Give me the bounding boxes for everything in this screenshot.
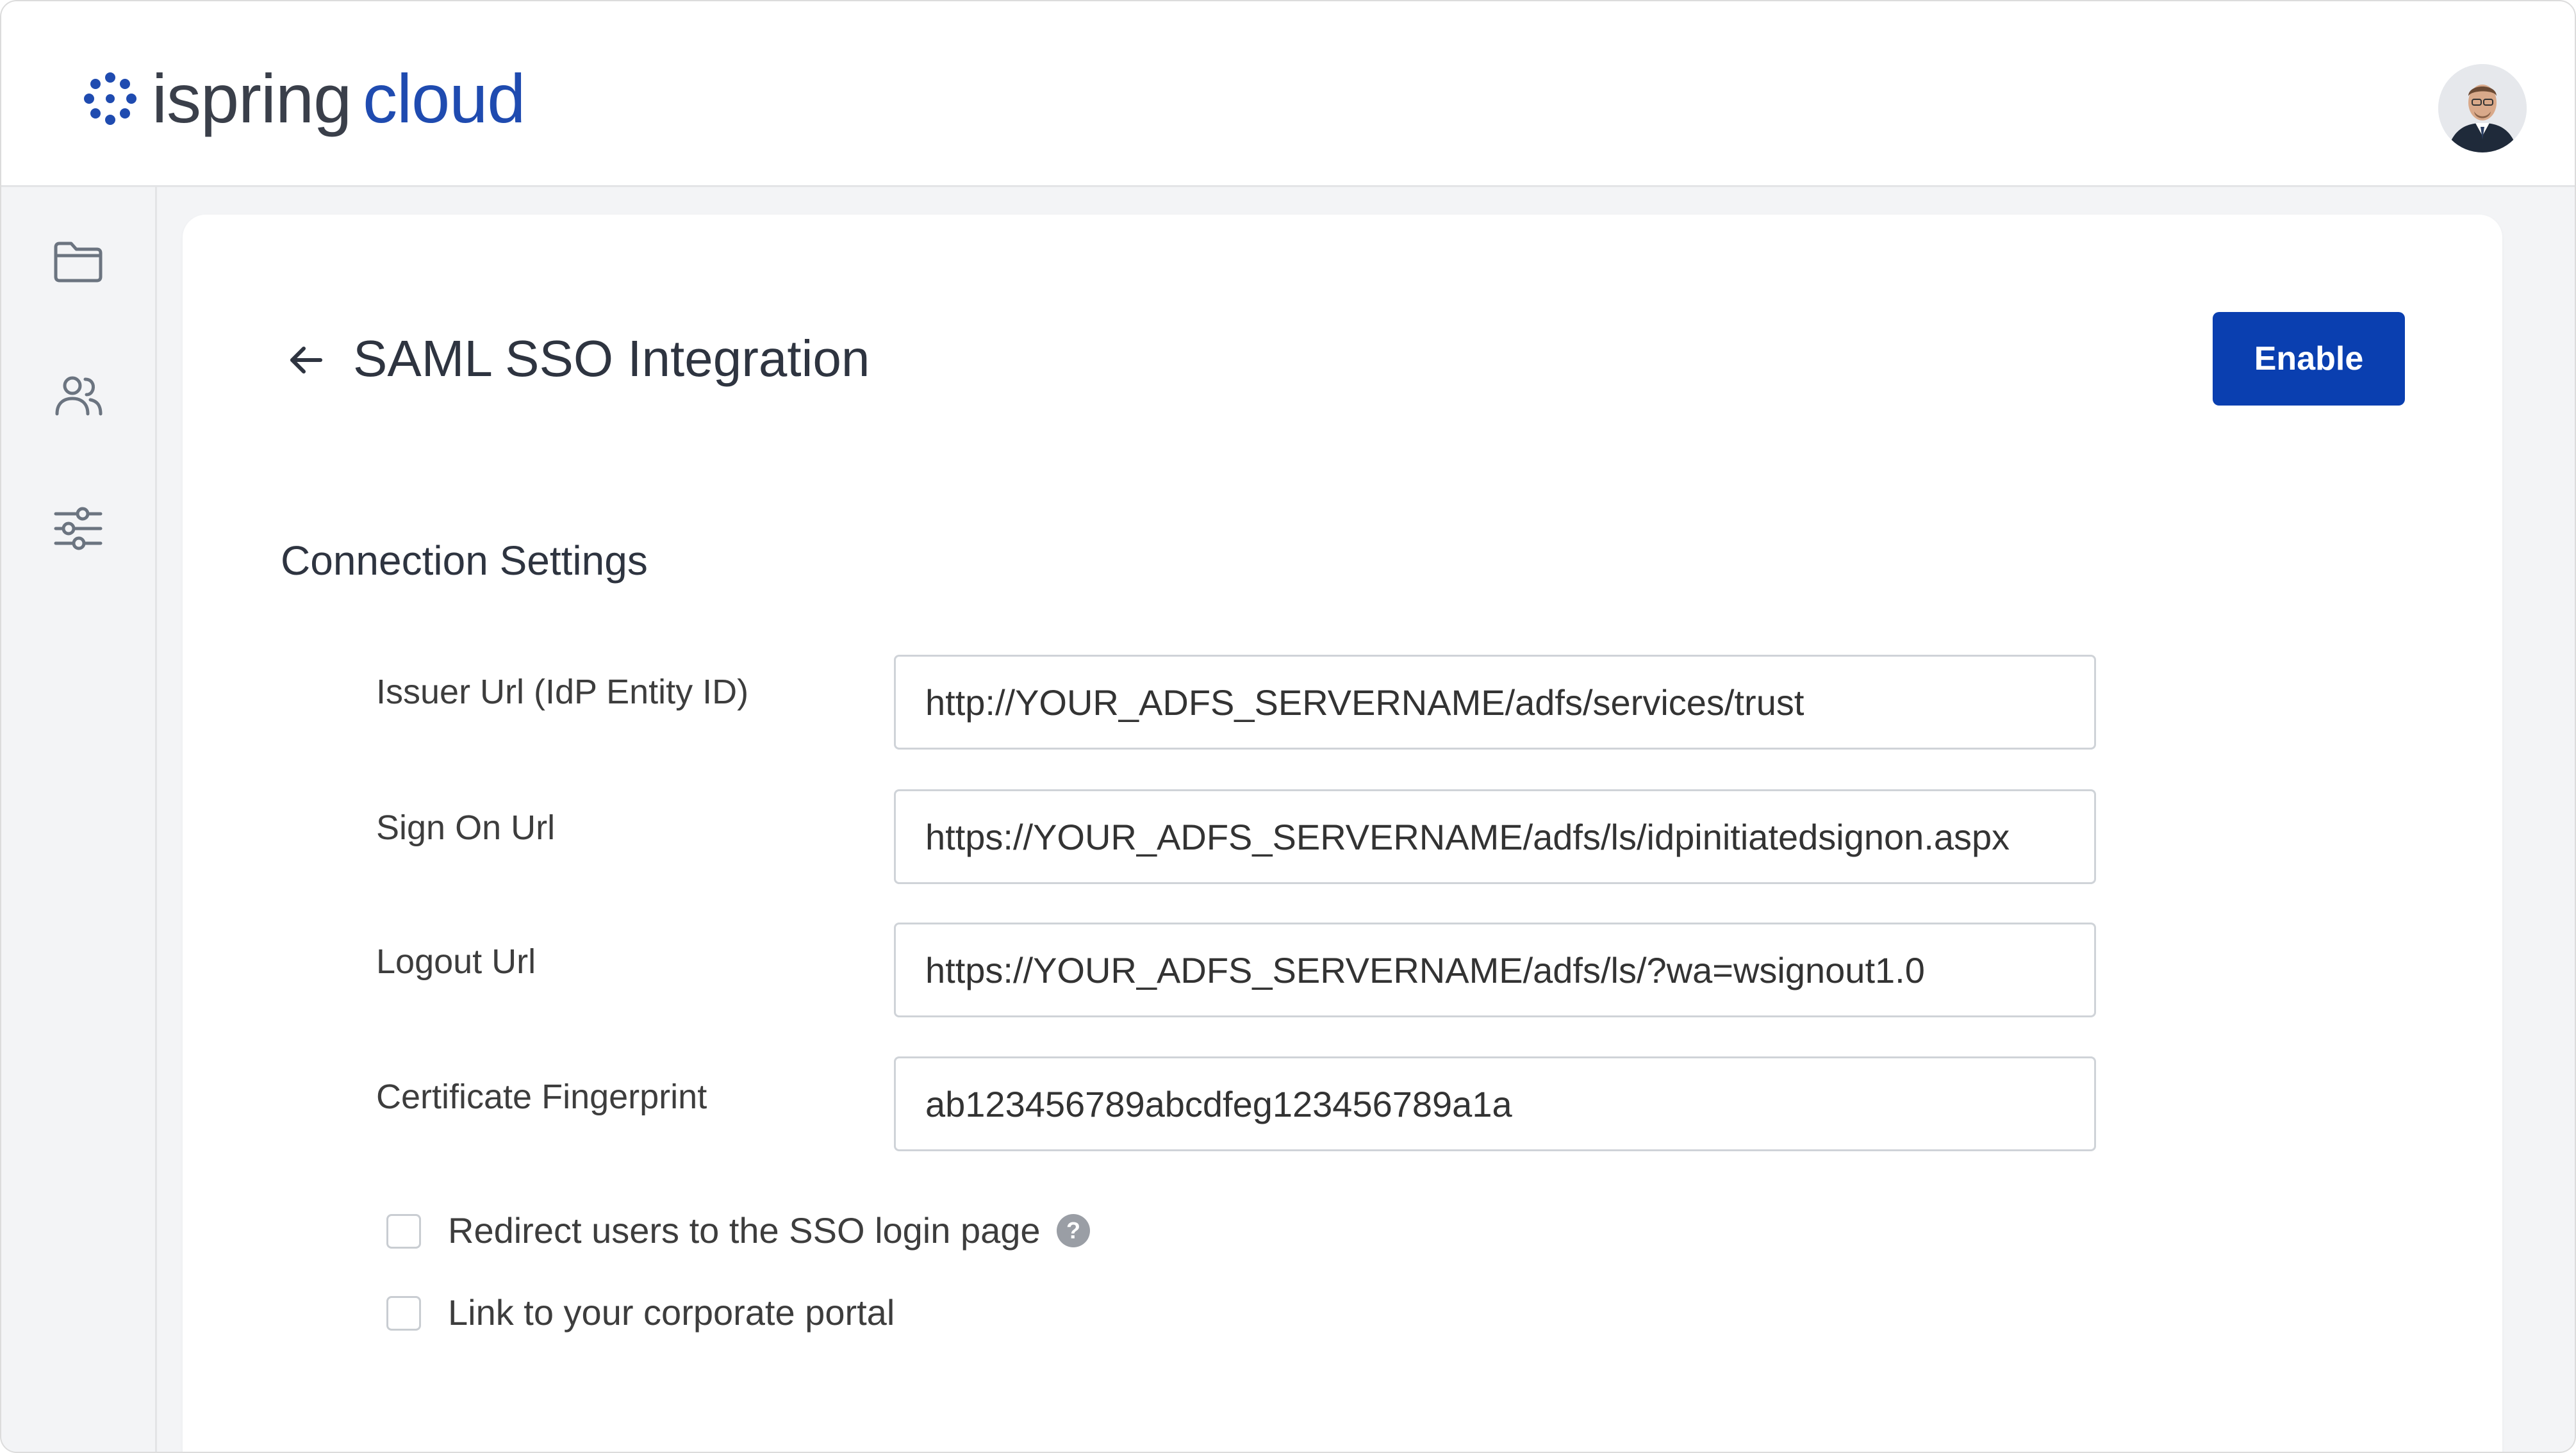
folder-icon[interactable] (49, 232, 107, 290)
issuer-url-input[interactable] (894, 655, 2096, 750)
avatar-image (2438, 64, 2527, 152)
page-title: SAML SSO Integration (353, 330, 870, 387)
settings-card: SAML SSO Integration Enable Connection S… (183, 215, 2502, 1452)
logout-url-label: Logout Url (376, 942, 536, 981)
section-title: Connection Settings (281, 538, 648, 584)
question-circle-icon[interactable]: ? (1057, 1214, 1090, 1247)
settings-sliders-icon[interactable] (49, 500, 107, 557)
ispring-cloud-logo[interactable]: ispring cloud (81, 60, 525, 137)
sign-on-url-input[interactable] (894, 789, 2096, 884)
logout-url-input[interactable] (894, 923, 2096, 1017)
certificate-fingerprint-label: Certificate Fingerprint (376, 1078, 707, 1116)
user-avatar[interactable] (2438, 64, 2527, 152)
ispring-logo-icon (84, 72, 136, 125)
enable-button[interactable]: Enable (2213, 312, 2405, 406)
top-bar: ispring cloud (1, 1, 2575, 187)
logo-word-cloud: cloud (363, 60, 525, 137)
certificate-fingerprint-input[interactable] (894, 1056, 2096, 1151)
sidebar (1, 187, 157, 1452)
redirect-sso-label: Redirect users to the SSO login page (448, 1210, 1041, 1251)
issuer-url-label: Issuer Url (IdP Entity ID) (376, 673, 749, 711)
sign-on-url-label: Sign On Url (376, 809, 556, 847)
logo-word-ispring: ispring (152, 60, 352, 137)
users-icon[interactable] (49, 366, 107, 424)
corporate-portal-checkbox[interactable] (386, 1296, 421, 1331)
logo-text: ispring cloud (152, 60, 525, 137)
app-window: ispring cloud SAML SSO Integration Enabl… (0, 0, 2576, 1453)
corporate-portal-label: Link to your corporate portal (448, 1292, 895, 1333)
redirect-sso-checkbox[interactable] (386, 1214, 421, 1249)
arrow-left-icon[interactable] (283, 338, 328, 382)
